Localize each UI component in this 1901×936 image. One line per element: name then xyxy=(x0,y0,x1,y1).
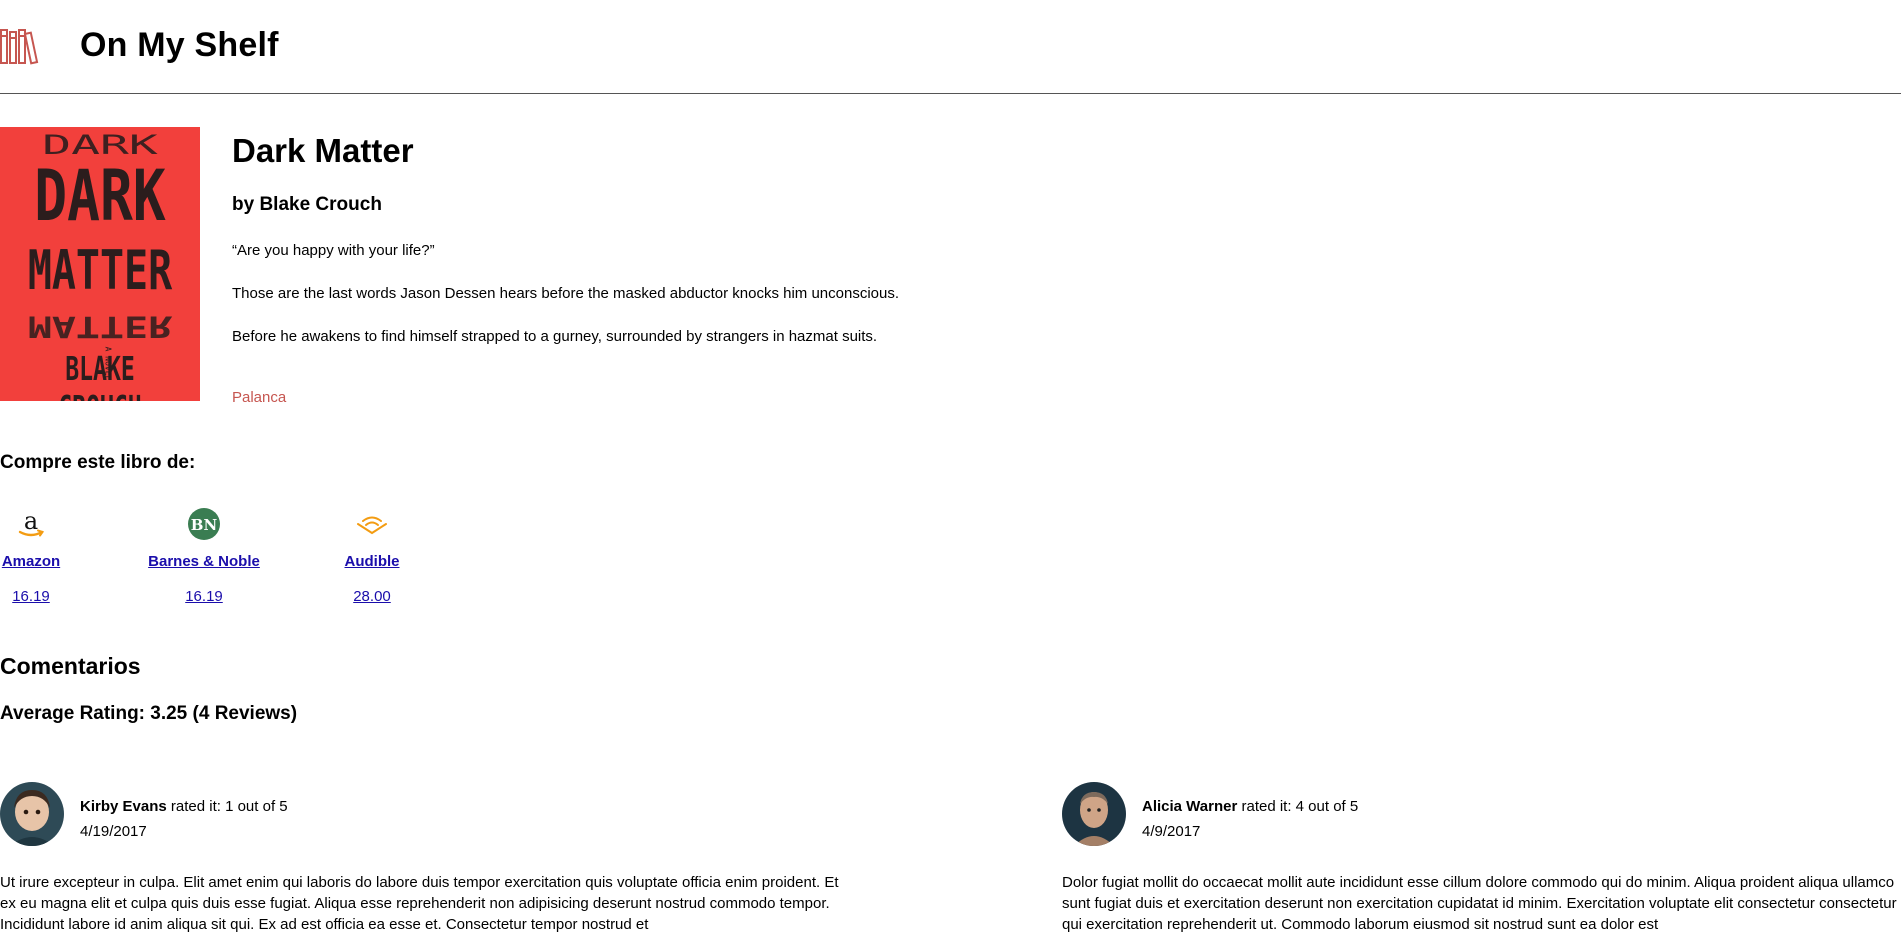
book-description: “Are you happy with your life?” Those ar… xyxy=(232,242,899,345)
book-info: Dark Matter by Blake Crouch “Are you hap… xyxy=(232,127,899,406)
review-rating: rated it: 1 out of 5 xyxy=(170,798,288,815)
book-cover: DARK DARK MATTER MATTER BLAKE CROUCH A N… xyxy=(0,127,200,401)
avatar xyxy=(1062,782,1126,846)
store-price[interactable]: 16.19 xyxy=(185,588,223,605)
review-body: Dolor fugiat mollit do occaecat mollit a… xyxy=(1062,874,1897,933)
review-date: 4/9/2017 xyxy=(1142,823,1201,840)
average-rating: Average Rating: 3.25 (4 Reviews) xyxy=(0,703,298,724)
store-price[interactable]: 28.00 xyxy=(353,588,391,605)
buy-heading: Compre este libro de: xyxy=(0,452,196,473)
cover-subtitle: A NOVEL xyxy=(103,346,113,381)
avatar xyxy=(0,782,64,846)
description-paragraph: Those are the last words Jason Dessen he… xyxy=(232,285,900,302)
store-list: a Amazon 16.19 BN Barnes & Noble 16.19 A… xyxy=(0,500,403,605)
description-paragraph: “Are you happy with your life?” xyxy=(232,242,435,259)
amazon-icon[interactable]: a xyxy=(14,500,48,548)
publisher: Palanca xyxy=(232,389,287,406)
barnes-noble-icon[interactable]: BN xyxy=(187,500,221,548)
cover-title-dark: DARK xyxy=(34,155,166,237)
cover-title-reflection: MATTER xyxy=(27,309,173,344)
comments-heading: Comentarios xyxy=(0,653,141,679)
store-link[interactable]: Audible xyxy=(345,553,400,570)
audible-icon[interactable] xyxy=(355,500,389,548)
reviewer-name[interactable]: Alicia Warner xyxy=(1142,798,1237,815)
store-barnes-noble: BN Barnes & Noble 16.19 xyxy=(142,500,266,605)
cover-author: BLAKE CROUCH xyxy=(58,349,141,401)
book-title: Dark Matter xyxy=(232,132,414,169)
review-meta: Alicia Warner rated it: 4 out of 5 4/9/2… xyxy=(1142,794,1358,844)
review-date: 4/19/2017 xyxy=(80,823,147,840)
store-amazon: a Amazon 16.19 xyxy=(0,500,62,605)
svg-text:BN: BN xyxy=(191,516,218,534)
svg-text:a: a xyxy=(24,507,38,535)
reviewer-name[interactable]: Kirby Evans xyxy=(80,798,167,815)
cover-title-matter: MATTER xyxy=(27,239,173,302)
book-author: by Blake Crouch xyxy=(232,194,382,215)
store-link[interactable]: Amazon xyxy=(2,553,60,570)
review-meta: Kirby Evans rated it: 1 out of 5 4/19/20… xyxy=(80,794,288,844)
review-body: Ut irure excepteur in culpa. Elit amet e… xyxy=(0,874,839,933)
site-title[interactable]: On My Shelf xyxy=(80,26,279,65)
site-header: On My Shelf xyxy=(0,0,1901,94)
store-link[interactable]: Barnes & Noble xyxy=(148,553,260,570)
store-audible: Audible 28.00 xyxy=(341,500,403,605)
review-rating: rated it: 4 out of 5 xyxy=(1241,798,1359,815)
store-price[interactable]: 16.19 xyxy=(12,588,50,605)
books-icon xyxy=(0,29,39,65)
description-paragraph: Before he awakens to find himself strapp… xyxy=(232,328,878,345)
